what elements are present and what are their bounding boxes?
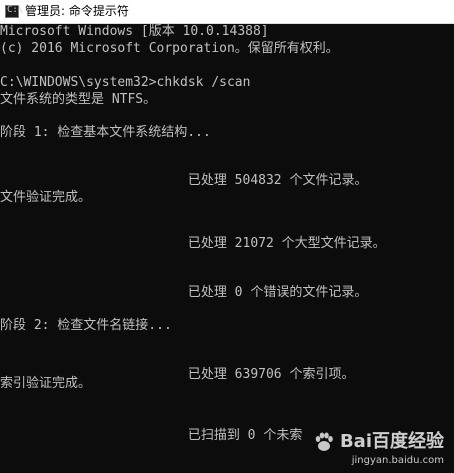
title-bar[interactable]: C:\ 管理员: 命令提示符 <box>0 0 454 24</box>
command-prompt-window: C:\ 管理员: 命令提示符 Microsoft Windows [版本 10.… <box>0 0 454 473</box>
window-title: 管理员: 命令提示符 <box>25 4 129 18</box>
console-line: 文件验证完成。 <box>0 190 92 205</box>
console-output[interactable]: Microsoft Windows [版本 10.0.14388] (c) 20… <box>0 24 454 473</box>
console-line: 已处理 21072 个大型文件记录。 <box>0 236 386 251</box>
console-line: 已处理 504832 个文件记录。 <box>0 173 368 188</box>
console-line: 索引验证完成。 <box>0 376 92 391</box>
console-line: 阶段 1: 检查基本文件系统结构... <box>0 125 211 140</box>
watermark-brand: Bai百度经验 <box>339 431 444 452</box>
console-line: 已扫描到 0 个未索 <box>0 428 303 443</box>
watermark-url: jingyan.baidu.com <box>351 455 444 466</box>
console-line: Microsoft Windows [版本 10.0.14388] <box>0 24 269 39</box>
cmd-icon: C:\ <box>5 5 23 18</box>
console-line: 已处理 0 个错误的文件记录。 <box>0 285 368 300</box>
watermark: Bai百度经验 jingyan.baidu.com <box>312 430 444 467</box>
console-line: 文件系统的类型是 NTFS。 <box>0 92 157 107</box>
baidu-paw-icon <box>315 432 333 451</box>
console-line: (c) 2016 Microsoft Corporation。保留所有权利。 <box>0 41 339 56</box>
console-line: C:\WINDOWS\system32>chkdsk /scan <box>0 75 251 90</box>
console-line: 阶段 2: 检查文件名链接... <box>0 318 172 333</box>
